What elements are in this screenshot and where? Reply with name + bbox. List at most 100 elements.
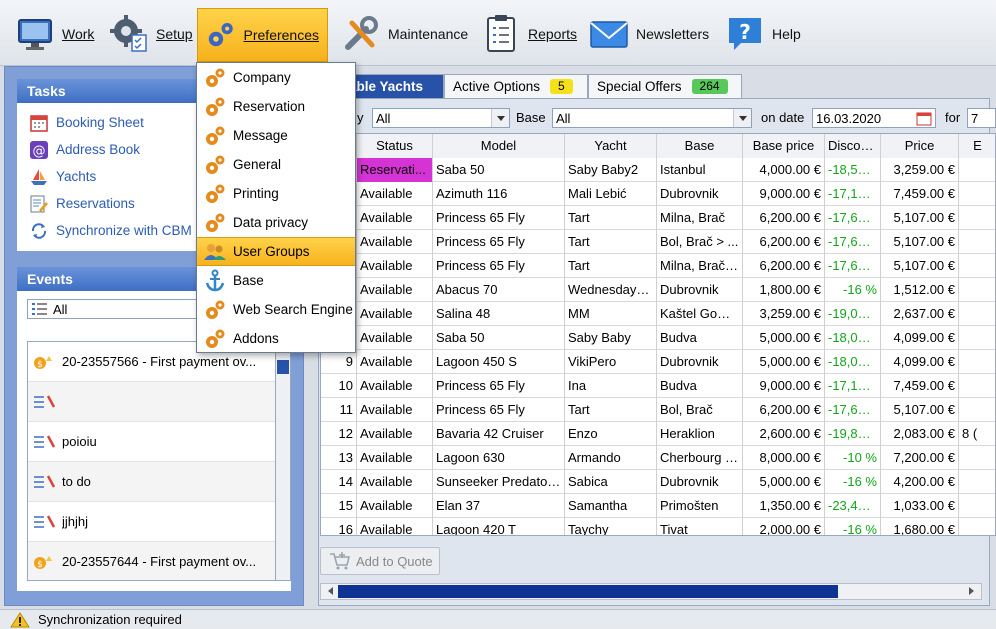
tab-special-offers[interactable]: Special Offers 264 <box>588 74 742 98</box>
table-row[interactable]: 15 Available Elan 37 Samantha Primošten 1,350… <box>321 494 995 518</box>
column-header-base-price[interactable]: Base price <box>743 134 825 158</box>
category-filter-select[interactable]: All <box>372 108 510 128</box>
table-row[interactable]: 13 Available Lagoon 630 Armando Cherbourg - … <box>321 446 995 470</box>
column-header-price[interactable]: Price <box>881 134 959 158</box>
menu-item-label: Message <box>233 128 288 143</box>
event-row[interactable]: poioiu <box>28 422 284 462</box>
base-filter-select[interactable]: All <box>552 108 752 128</box>
toolbar-reports-button[interactable]: Reports <box>474 7 585 61</box>
table-row[interactable]: Available Abacus 70 Wednesday t... Dubrovni… <box>321 278 995 302</box>
task-list-icon <box>34 514 56 528</box>
status-cell: Available <box>357 470 433 494</box>
column-header-base[interactable]: Base <box>657 134 743 158</box>
menu-item-printing[interactable]: Printing <box>197 179 355 208</box>
base-price-cell: 3,259.00 € <box>743 302 825 326</box>
extra-cell <box>959 158 995 182</box>
base-cell: Budva <box>657 374 743 398</box>
discount-cell: -19,88 ... <box>825 422 881 446</box>
svg-text:$: $ <box>37 360 43 370</box>
column-header-yacht[interactable]: Yacht <box>565 134 657 158</box>
menu-item-base[interactable]: Base <box>197 266 355 295</box>
column-header-discount[interactable]: Discount <box>825 134 881 158</box>
model-cell: Saba 50 <box>433 158 565 182</box>
table-row[interactable]: 11 Available Princess 65 Fly Tart Bol, Brač 6… <box>321 398 995 422</box>
model-cell: Lagoon 450 S <box>433 350 565 374</box>
table-row[interactable]: 12 Available Bavaria 42 Cruiser Enzo Herakli… <box>321 422 995 446</box>
menu-item-addons[interactable]: Addons <box>197 324 355 353</box>
calendar-icon[interactable] <box>916 111 932 126</box>
base-filter-value: All <box>556 110 571 126</box>
scroll-left-icon[interactable] <box>324 587 333 595</box>
grid-scroll-thumb[interactable] <box>338 585 838 598</box>
table-row[interactable]: 16 Available Lagoon 420 T Taychy Tivat 2,000.… <box>321 518 995 535</box>
toolbar-work-button[interactable]: Work <box>8 7 102 61</box>
tab-active-options-label: Active Options <box>453 79 541 94</box>
menu-item-company[interactable]: Company <box>197 63 355 92</box>
price-cell: 7,459.00 € <box>881 182 959 206</box>
extra-cell <box>959 518 995 535</box>
event-row[interactable] <box>28 382 284 422</box>
base-cell: Dubrovnik <box>657 278 743 302</box>
table-row[interactable]: Available Saba 50 Saby Baby Budva 5,000.00 €… <box>321 326 995 350</box>
status-cell: Available <box>357 182 433 206</box>
status-cell: Available <box>357 398 433 422</box>
event-text: 20-23557644 - First payment ov... <box>62 554 257 569</box>
task-yachts-label: Yachts <box>56 169 97 184</box>
toolbar-newsletters-button[interactable]: Newsletters <box>582 7 717 61</box>
event-row[interactable]: jjhjhj <box>28 502 284 542</box>
events-scroll-thumb[interactable] <box>277 360 289 374</box>
svg-text:$: $ <box>37 560 43 570</box>
add-to-quote-button[interactable]: Add to Quote <box>320 547 440 575</box>
discount-cell: -18,02 ... <box>825 326 881 350</box>
event-row[interactable]: to do <box>28 462 284 502</box>
table-row[interactable]: Available Princess 65 Fly Tart Bol, Brač > … <box>321 230 995 254</box>
events-scrollbar[interactable] <box>275 341 291 581</box>
base-price-cell: 6,200.00 € <box>743 398 825 422</box>
duration-input[interactable]: 7 <box>967 108 996 128</box>
table-row[interactable]: Reservati... Saba 50 Saby Baby2 Istanbul 4,0… <box>321 158 995 182</box>
task-booking-sheet-label: Booking Sheet <box>56 115 144 130</box>
event-row[interactable]: $ 20-23557644 - First payment ov... <box>28 542 284 580</box>
menu-item-data-privacy[interactable]: Data privacy <box>197 208 355 237</box>
extra-cell <box>959 302 995 326</box>
extra-cell <box>959 206 995 230</box>
table-row[interactable]: Available Princess 65 Fly Tart Milna, Brač 6… <box>321 206 995 230</box>
date-input[interactable]: 16.03.2020 <box>812 108 936 128</box>
menu-item-web-search-engine[interactable]: Web Search Engine <box>197 295 355 324</box>
base-price-cell: 5,000.00 € <box>743 350 825 374</box>
base-cell: Bol, Brač > ... <box>657 230 743 254</box>
table-row[interactable]: 9 Available Lagoon 450 S VikiPero Dubrovnik 5… <box>321 350 995 374</box>
menu-item-reservation[interactable]: Reservation <box>197 92 355 121</box>
extra-cell <box>959 446 995 470</box>
status-cell: Available <box>357 278 433 302</box>
yacht-cell: Samantha <box>565 494 657 518</box>
price-cell: 2,637.00 € <box>881 302 959 326</box>
task-list-icon <box>34 434 56 448</box>
toolbar-setup-button[interactable]: Setup <box>102 7 201 61</box>
table-row[interactable]: Available Azimuth 116 Mali Lebić Dubrovnik 9… <box>321 182 995 206</box>
column-header-extra[interactable]: E <box>959 134 995 158</box>
toolbar-preferences-button[interactable]: Preferences <box>197 8 328 62</box>
event-text: poioiu <box>62 434 97 449</box>
column-header-model[interactable]: Model <box>433 134 565 158</box>
grid-horizontal-scrollbar[interactable] <box>320 583 982 600</box>
table-row[interactable]: Available Salina 48 MM Kaštel Gomi... 3,259.… <box>321 302 995 326</box>
calendar-icon <box>30 114 48 132</box>
discount-cell: -16 % <box>825 518 881 535</box>
scroll-right-icon[interactable] <box>969 587 978 595</box>
svg-text:@: @ <box>33 144 46 159</box>
column-header-status[interactable]: Status <box>357 134 433 158</box>
menu-item-user-groups[interactable]: User Groups <box>197 237 355 266</box>
table-row[interactable]: Available Princess 65 Fly Tart Milna, Brač … <box>321 254 995 278</box>
base-cell: Tivat <box>657 518 743 535</box>
table-row[interactable]: 10 Available Princess 65 Fly Ina Budva 9,000.… <box>321 374 995 398</box>
status-cell: Available <box>357 518 433 535</box>
toolbar-help-button[interactable]: ? Help <box>718 7 809 61</box>
tab-active-options[interactable]: Active Options 5 <box>444 74 588 98</box>
toolbar-maintenance-button[interactable]: Maintenance <box>334 7 476 61</box>
menu-item-general[interactable]: General <box>197 150 355 179</box>
menu-item-label: Reservation <box>233 99 306 114</box>
preferences-dropdown-menu: Company Reservation Message General Printing… <box>196 62 356 353</box>
table-row[interactable]: 14 Available Sunseeker Predator ... Sabica D… <box>321 470 995 494</box>
menu-item-message[interactable]: Message <box>197 121 355 150</box>
